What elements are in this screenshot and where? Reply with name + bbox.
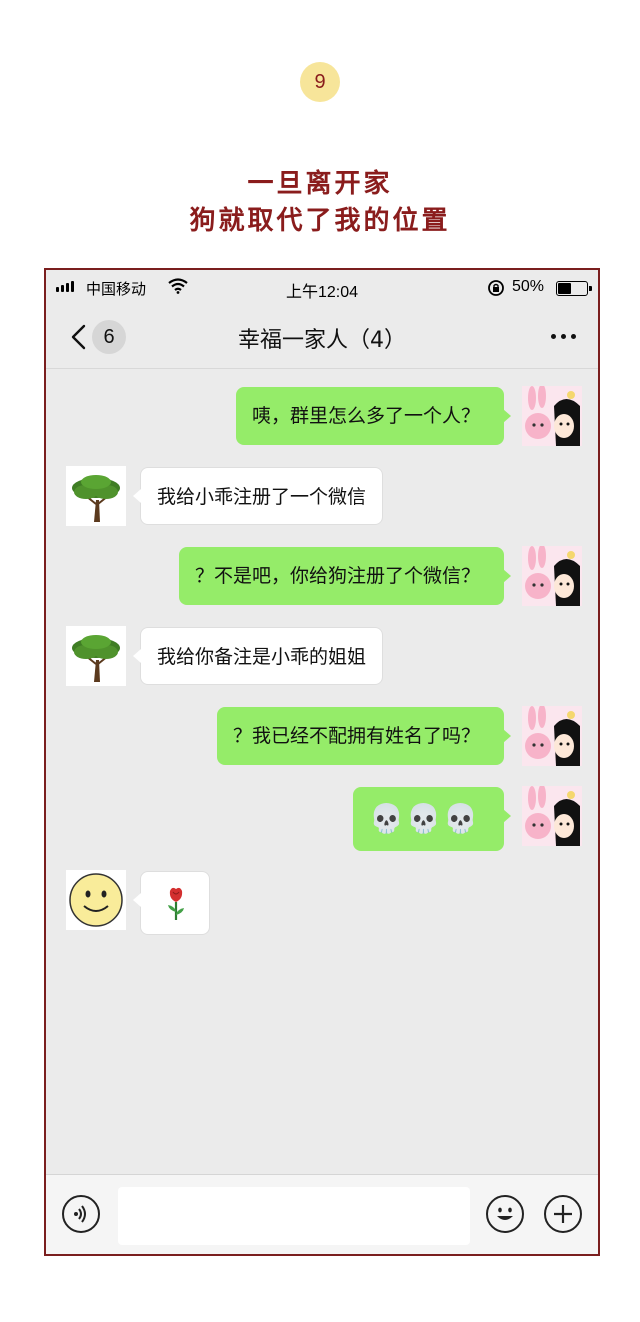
rose-icon (168, 887, 184, 920)
chat-header: 6 幸福一家人（4） (46, 306, 598, 369)
girl-avatar-icon[interactable] (522, 386, 582, 446)
emoji-icon[interactable] (486, 1195, 524, 1233)
message-row: 咦，群里怎么多了一个人？ (46, 386, 598, 448)
message-bubble-other[interactable]: 我给小乖注册了一个微信 (132, 467, 384, 525)
message-row: ？不是吧，你给狗注册了个微信？ (46, 546, 598, 608)
battery-percent: 50% (512, 278, 545, 295)
chat-title: 幸福一家人（4） (238, 328, 406, 353)
smiley-avatar-icon[interactable] (66, 870, 126, 930)
battery-icon (556, 281, 592, 296)
message-row: ？我已经不配拥有姓名了吗？ (46, 706, 598, 768)
input-bar (46, 1174, 598, 1254)
message-bubble-mine[interactable]: 💀💀💀 (353, 787, 511, 851)
voice-icon[interactable] (62, 1195, 100, 1233)
message-bubble-mine[interactable]: 咦，群里怎么多了一个人？ (235, 387, 512, 445)
girl-avatar-icon[interactable] (522, 546, 582, 606)
message-input[interactable] (118, 1187, 470, 1245)
page-heading-line-2: 狗就取代了我的位置 (189, 206, 451, 236)
message-bubble-other[interactable] (133, 871, 210, 935)
girl-avatar-icon[interactable] (522, 786, 582, 846)
rotation-lock-icon (488, 280, 504, 296)
message-bubble-other[interactable]: 我给你备注是小乖的姐姐 (132, 627, 384, 685)
plus-icon[interactable] (544, 1195, 582, 1233)
message-row: 💀💀💀 (46, 786, 598, 854)
message-bubble-mine[interactable]: ？我已经不配拥有姓名了吗？ (216, 707, 512, 765)
more-options-icon[interactable] (551, 334, 576, 339)
status-bar: 中国移动 上午12:04 50% (46, 270, 598, 306)
girl-avatar-icon[interactable] (522, 706, 582, 766)
battery-fill (558, 283, 571, 294)
phone-screen: 中国移动 上午12:04 50% 6 幸福一家人（4） 咦，群里怎么多了一个人？… (44, 268, 600, 1256)
message-row: 我给你备注是小乖的姐姐 (46, 626, 598, 688)
message-row (46, 870, 598, 938)
tree-avatar-icon[interactable] (66, 466, 126, 526)
tree-avatar-icon[interactable] (66, 626, 126, 686)
page-heading-line-1: 一旦离开家 (247, 169, 393, 199)
message-row: 我给小乖注册了一个微信 (46, 466, 598, 528)
message-bubble-mine[interactable]: ？不是吧，你给狗注册了个微信？ (178, 547, 512, 605)
page-number-badge: 9 (300, 62, 340, 102)
